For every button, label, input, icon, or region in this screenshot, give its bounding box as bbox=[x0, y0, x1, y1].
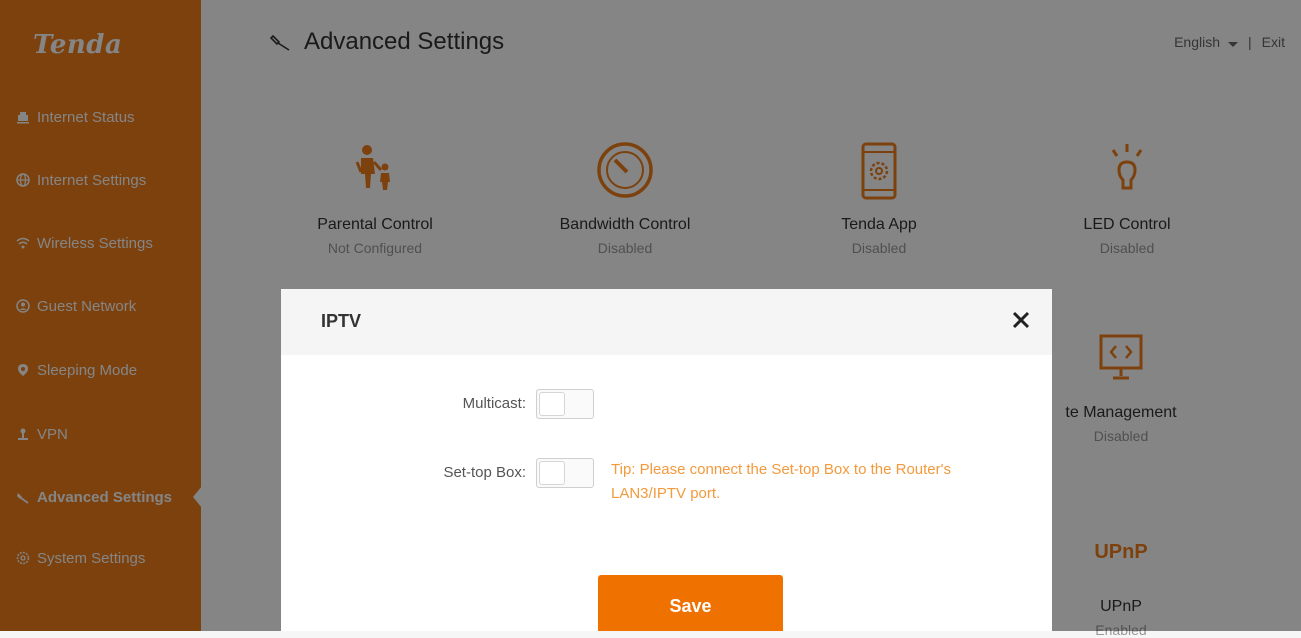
settop-box-toggle[interactable] bbox=[536, 458, 594, 488]
settop-box-tip: Tip: Please connect the Set-top Box to t… bbox=[611, 461, 951, 502]
multicast-label: Multicast: bbox=[462, 395, 526, 412]
toggle-knob bbox=[539, 392, 565, 416]
toggle-knob bbox=[539, 461, 565, 485]
modal-title: IPTV bbox=[321, 311, 362, 331]
multicast-row: Multicast: bbox=[281, 389, 594, 419]
iptv-modal: IPTV Multicast: Set-top Box: Tip: Please… bbox=[281, 289, 1052, 631]
modal-header: IPTV bbox=[281, 289, 1052, 355]
settop-box-row: Set-top Box: Tip: Please connect the Set… bbox=[281, 458, 971, 506]
multicast-toggle[interactable] bbox=[536, 389, 594, 419]
close-icon[interactable] bbox=[1010, 309, 1032, 331]
save-button[interactable]: Save bbox=[598, 575, 783, 631]
settop-box-label: Set-top Box: bbox=[443, 464, 526, 481]
